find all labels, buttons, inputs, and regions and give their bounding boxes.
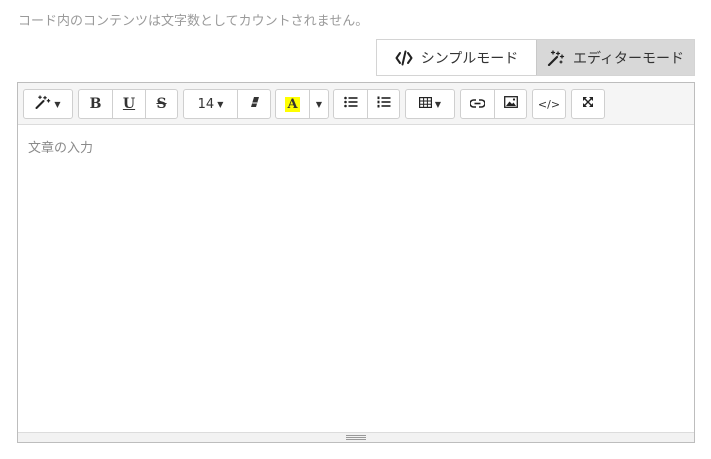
- bold-button[interactable]: B: [79, 90, 112, 118]
- link-button[interactable]: [461, 90, 494, 118]
- fullscreen-icon: [582, 96, 594, 112]
- mode-switch: シンプルモード エディターモード: [376, 39, 695, 76]
- table-icon: [418, 96, 432, 112]
- chevron-down-icon: ▼: [54, 99, 61, 109]
- list-group: [333, 89, 400, 119]
- code-icon: [395, 50, 413, 66]
- font-style-group: B U S: [78, 89, 178, 119]
- underline-button[interactable]: U: [112, 90, 145, 118]
- simple-mode-label: シンプルモード: [420, 50, 519, 67]
- ordered-list-button[interactable]: [367, 90, 399, 118]
- unordered-list-icon: [343, 96, 358, 112]
- grip-icon: [346, 435, 366, 440]
- font-size-value: 14: [197, 96, 215, 112]
- code-view-button[interactable]: </>: [533, 90, 565, 118]
- ordered-list-icon: [377, 96, 391, 112]
- image-button[interactable]: [494, 90, 526, 118]
- fullscreen-group: [571, 89, 605, 119]
- clear-format-button[interactable]: [237, 90, 270, 118]
- editor-mode-button[interactable]: エディターモード: [536, 40, 694, 75]
- link-icon: [469, 97, 486, 112]
- insert-group: [460, 89, 527, 119]
- font-size-dropdown[interactable]: 14 ▼: [184, 90, 237, 118]
- rich-text-editor: ▼ B U S 14 ▼ A ▼ ▼ </> 文章の入力: [17, 82, 695, 443]
- code-count-note: コード内のコンテンツは文字数としてカウントされません。: [18, 14, 369, 29]
- editor-resize-handle[interactable]: [18, 432, 694, 442]
- highlight-dropdown-button[interactable]: ▼: [309, 90, 328, 118]
- chevron-down-icon: ▼: [434, 99, 442, 109]
- unordered-list-button[interactable]: [334, 90, 367, 118]
- image-icon: [503, 96, 518, 112]
- chevron-down-icon: ▼: [217, 99, 224, 109]
- highlight-color-button[interactable]: A: [276, 90, 309, 118]
- font-size-group: 14 ▼: [183, 89, 271, 119]
- editor-mode-label: エディターモード: [572, 50, 685, 67]
- strikethrough-button[interactable]: S: [145, 90, 177, 118]
- magic-wand-icon: [547, 49, 565, 66]
- highlight-label: A: [285, 96, 300, 112]
- magic-wand-icon: [35, 95, 51, 113]
- chevron-down-icon: ▼: [315, 99, 323, 109]
- style-group: ▼: [23, 89, 73, 119]
- codeview-group: </>: [532, 89, 566, 119]
- editor-placeholder: 文章の入力: [28, 141, 94, 156]
- eraser-icon: [248, 96, 260, 112]
- table-dropdown-button[interactable]: ▼: [406, 90, 454, 118]
- table-group: ▼: [405, 89, 455, 119]
- fullscreen-button[interactable]: [572, 90, 604, 118]
- highlight-group: A ▼: [275, 89, 329, 119]
- simple-mode-button[interactable]: シンプルモード: [377, 40, 536, 75]
- style-dropdown-button[interactable]: ▼: [24, 90, 72, 118]
- editor-content-area[interactable]: 文章の入力: [18, 125, 694, 432]
- editor-toolbar: ▼ B U S 14 ▼ A ▼ ▼ </>: [18, 83, 694, 125]
